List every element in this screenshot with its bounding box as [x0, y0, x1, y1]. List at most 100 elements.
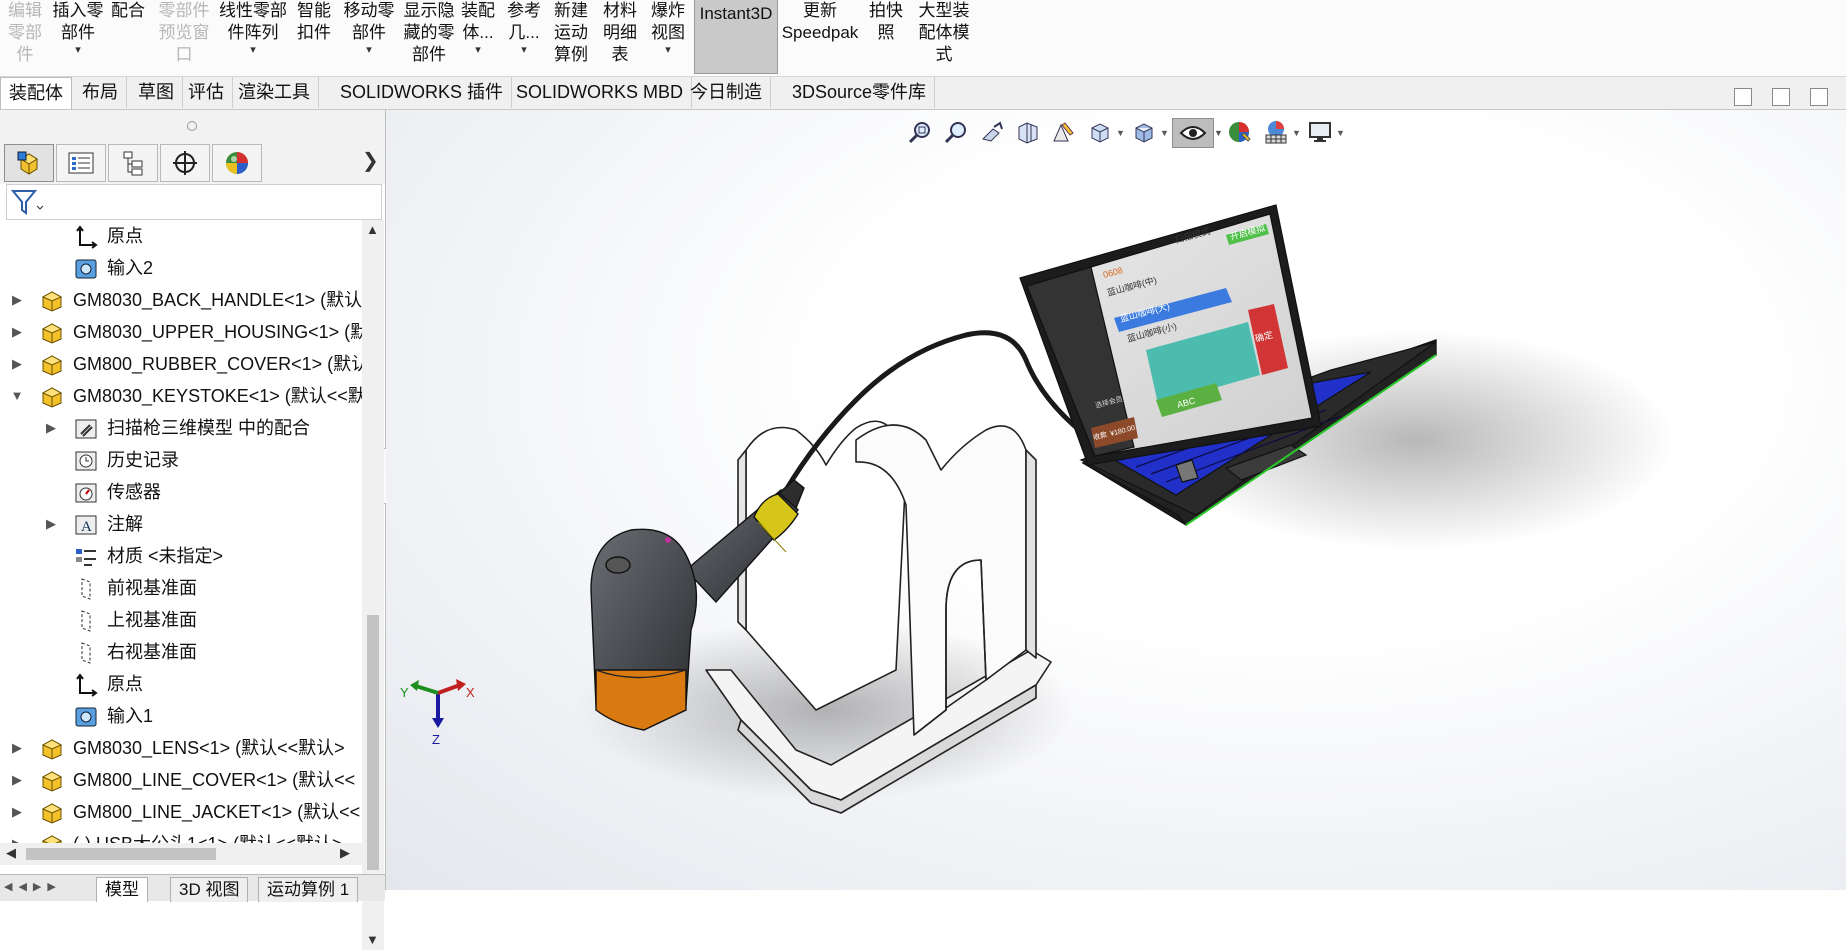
ribbon-button-label: 大型装: [918, 1, 970, 20]
property-manager-tab[interactable]: [56, 144, 106, 182]
collapse-icon[interactable]: ▼: [10, 380, 24, 412]
expand-icon[interactable]: ▶: [10, 316, 24, 348]
ribbon-button-11[interactable]: 材料 明细表: [596, 0, 644, 74]
scroll-thumb-h[interactable]: [26, 848, 216, 860]
ribbon-button-label: Instant3D: [699, 4, 773, 23]
ribbon-button-5[interactable]: 智能 扣件: [292, 0, 336, 74]
ribbon-button-15[interactable]: 拍快照: [866, 0, 906, 74]
ribbon-button-9[interactable]: 参考 几... ▾: [504, 0, 544, 74]
imported-body-icon: [74, 705, 98, 729]
filter-icon: [10, 190, 44, 215]
ribbon-button-label: 部件: [61, 23, 95, 42]
dropdown-caret-icon[interactable]: ▾: [250, 44, 256, 56]
ribbon-button-4[interactable]: 线性零部 件阵列 ▾: [218, 0, 288, 74]
ribbon-button-6[interactable]: 移动零 部件 ▾: [340, 0, 398, 74]
assembly-model[interactable]: 扫描模式 开启模拟 0608 蓝山咖啡(中) 蓝山咖啡(大) 蓝山咖啡(小) 确…: [386, 110, 1846, 890]
imported-body-icon: [74, 257, 98, 281]
ribbon-button-2[interactable]: 配合: [108, 0, 148, 74]
chevron-right-icon[interactable]: ❯: [362, 148, 379, 173]
dropdown-caret-icon[interactable]: ▾: [521, 44, 527, 56]
scroll-right-icon[interactable]: ▶: [340, 845, 350, 861]
feature-manager-panel: ❯ 原点 输入2 ▶ GM8030_BACK_HANDLE<1> (默认 ▶ GM8030…: [0, 110, 386, 950]
material-icon: [74, 545, 98, 569]
ribbon-button-3[interactable]: 零部件 预览窗口: [152, 0, 216, 74]
tree-item[interactable]: 输入1: [0, 700, 362, 732]
ribbon-button-8[interactable]: 装配 体... ▾: [458, 0, 498, 74]
tab-2[interactable]: 草图: [130, 77, 183, 108]
tree-item[interactable]: ▶ GM8030_UPPER_HOUSING<1> (默: [0, 316, 362, 348]
tree-item[interactable]: ▶ 扫描枪三维模型 中的配合: [0, 412, 362, 444]
ribbon-button-7[interactable]: 显示隐 藏的零 部件: [400, 0, 458, 74]
configuration-icon: [123, 151, 143, 176]
tree-item[interactable]: 历史记录: [0, 444, 362, 476]
configuration-manager-tab[interactable]: [108, 144, 158, 182]
tab-5[interactable]: SOLIDWORKS 插件: [332, 77, 513, 108]
dimxpert-manager-tab[interactable]: [160, 144, 210, 182]
dropdown-caret-icon[interactable]: ▾: [665, 44, 671, 56]
tree-item[interactable]: 传感器: [0, 476, 362, 508]
tab-4[interactable]: 渲染工具: [230, 77, 319, 108]
scroll-down-icon[interactable]: ▼: [366, 932, 379, 947]
ribbon-button-13[interactable]: Instant3D: [694, 0, 778, 74]
expand-icon[interactable]: ▶: [10, 348, 24, 380]
ribbon-button-label: 视图: [651, 23, 685, 42]
tree-item[interactable]: ▼ GM8030_KEYSTOKE<1> (默认<<默: [0, 380, 362, 412]
scroll-thumb[interactable]: [367, 615, 379, 870]
dropdown-caret-icon[interactable]: ▾: [475, 44, 481, 56]
tree-item-label: GM8030_KEYSTOKE<1> (默认<<默: [73, 386, 362, 406]
tree-item[interactable]: 原点: [0, 668, 362, 700]
ribbon-button-16[interactable]: 大型装 配体模式: [908, 0, 980, 74]
expand-icon[interactable]: ▶: [10, 796, 24, 828]
ribbon-button-label: 部件: [352, 23, 386, 42]
tab-8[interactable]: 3DSource零件库: [784, 77, 936, 108]
ribbon-button-10[interactable]: 新建 运动 算例: [548, 0, 594, 74]
tree-item[interactable]: ▶ GM8030_LENS<1> (默认<<默认>: [0, 732, 362, 764]
tab-1[interactable]: 布局: [74, 77, 127, 108]
tile-icon[interactable]: [1810, 88, 1828, 106]
tab-6[interactable]: SOLIDWORKS MBD: [508, 77, 693, 108]
ribbon-button-label: 更新: [803, 1, 837, 20]
bottom-tabs: ◀◀▶▶ 模型 3D 视图 运动算例 1: [0, 874, 385, 902]
tree-item[interactable]: 右视基准面: [0, 636, 362, 668]
expand-icon[interactable]: ▶: [10, 284, 24, 316]
tree-item[interactable]: 原点: [0, 220, 362, 252]
tree-item[interactable]: ▶ GM8030_BACK_HANDLE<1> (默认: [0, 284, 362, 316]
ribbon-button-14[interactable]: 更新 Speedpak: [780, 0, 860, 74]
tree-item[interactable]: ▶ GM800_LINE_COVER<1> (默认<<: [0, 764, 362, 796]
expand-icon[interactable]: ▶: [44, 508, 58, 540]
ribbon-button-label: 几...: [508, 23, 540, 42]
tree-filter[interactable]: [6, 184, 382, 220]
ribbon-button-0[interactable]: 编辑 零部件: [0, 0, 50, 74]
triad-z-label: Z: [432, 732, 440, 747]
restore-left-icon[interactable]: [1734, 88, 1752, 106]
tab-0[interactable]: 装配体: [0, 77, 72, 109]
display-manager-tab[interactable]: [212, 144, 262, 182]
tree-item[interactable]: 材质 <未指定>: [0, 540, 362, 572]
tree-item[interactable]: 前视基准面: [0, 572, 362, 604]
tree-item[interactable]: 输入2: [0, 252, 362, 284]
graphics-area[interactable]: ▼ ▼ ▼ ▼ ▼ 扫描模式 开启模拟 0608 蓝山咖啡(中) 蓝山咖啡(大)…: [386, 110, 1846, 890]
tab-nav-arrows[interactable]: ◀◀▶▶: [4, 880, 62, 893]
part-icon: [40, 737, 64, 761]
expand-icon[interactable]: ▶: [44, 412, 58, 444]
tree-item[interactable]: ▶ GM800_RUBBER_COVER<1> (默认: [0, 348, 362, 380]
tree-horizontal-scrollbar[interactable]: ◀ ▶: [0, 843, 362, 865]
tree-item[interactable]: ▶ GM800_LINE_JACKET<1> (默认<<: [0, 796, 362, 828]
panel-splitter[interactable]: [0, 110, 385, 141]
feature-manager-tab[interactable]: [4, 144, 54, 182]
tree-item[interactable]: ▶ A 注解: [0, 508, 362, 540]
expand-icon[interactable]: ▶: [10, 732, 24, 764]
tree-item[interactable]: 上视基准面: [0, 604, 362, 636]
tree-vertical-scrollbar[interactable]: ▲ ▼: [362, 220, 384, 950]
tab-3[interactable]: 评估: [180, 77, 233, 108]
ribbon-button-1[interactable]: 插入零 部件 ▾: [50, 0, 106, 74]
dropdown-caret-icon[interactable]: ▾: [75, 44, 81, 56]
expand-icon[interactable]: ▶: [10, 764, 24, 796]
ribbon-button-12[interactable]: 爆炸 视图 ▾: [646, 0, 690, 74]
scroll-left-icon[interactable]: ◀: [6, 845, 16, 861]
tree-item-label: GM8030_UPPER_HOUSING<1> (默: [73, 322, 362, 342]
tab-7[interactable]: 今日制造: [682, 77, 771, 108]
scroll-up-icon[interactable]: ▲: [366, 222, 379, 237]
restore-right-icon[interactable]: [1772, 88, 1790, 106]
dropdown-caret-icon[interactable]: ▾: [366, 44, 372, 56]
